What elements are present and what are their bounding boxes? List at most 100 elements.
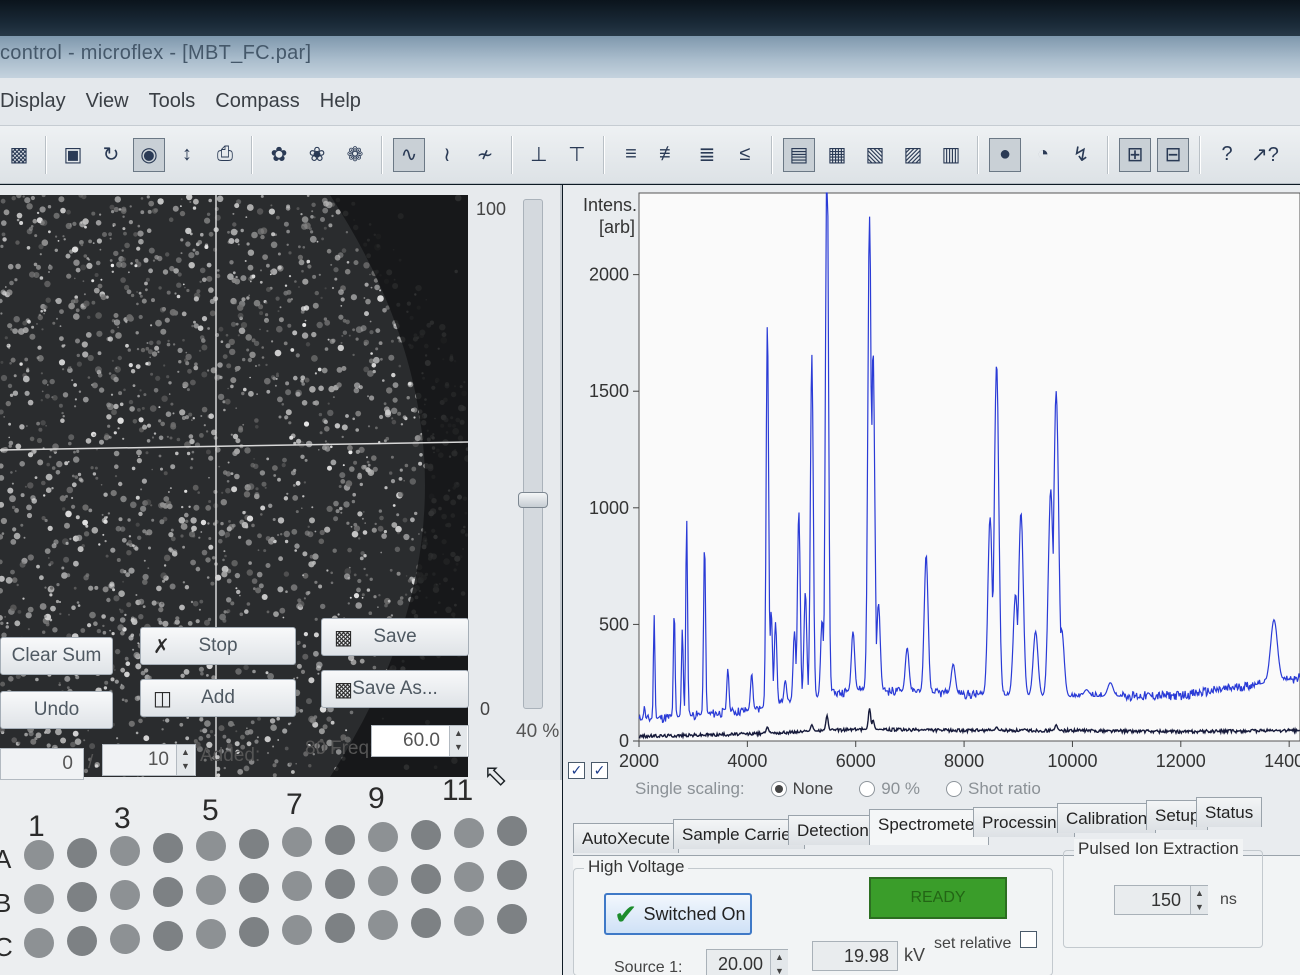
tab-status[interactable]: Status — [1196, 797, 1263, 827]
radio-none[interactable] — [770, 781, 787, 797]
multi-spectrum-4[interactable]: ≤ — [729, 138, 761, 172]
plate-well[interactable] — [282, 826, 312, 857]
layout-5[interactable]: ▥ — [935, 138, 967, 172]
plate-well[interactable] — [368, 822, 398, 853]
tab-sample-carrier[interactable]: Sample Carrier — [673, 819, 806, 849]
plate-well[interactable] — [196, 875, 226, 906]
plate-well[interactable] — [239, 873, 269, 903]
plate-well[interactable] — [24, 840, 54, 870]
context-help-icon[interactable]: ↗? — [1249, 138, 1281, 172]
spectrum-checkbox-1[interactable]: ✓ — [568, 762, 585, 779]
plate-well[interactable] — [239, 829, 269, 859]
refresh-icon[interactable]: ↻ — [95, 138, 127, 172]
plate-well[interactable] — [153, 833, 183, 864]
axis-icon-1[interactable]: ⊥ — [523, 138, 555, 172]
pie-spinner[interactable]: ▲ ▼ — [1190, 886, 1208, 914]
plate-well[interactable] — [454, 862, 484, 892]
scaling-option-90[interactable]: 90 % — [859, 779, 920, 799]
axis-icon-2[interactable]: ⊤ — [561, 138, 593, 172]
peak-view-2[interactable]: ≁ — [469, 138, 501, 172]
spot-icon-1[interactable]: ✿ — [263, 138, 295, 172]
plate-well[interactable] — [282, 914, 312, 945]
plate-well[interactable] — [325, 824, 355, 855]
help-icon[interactable]: ? — [1211, 138, 1243, 172]
source-1-spinner[interactable]: ▲ ▼ — [770, 950, 788, 975]
spectrum-chart[interactable]: Intens. [arb] 0 500 1000 1500 2000 2000 4000 6000… — [563, 185, 1300, 785]
multi-spectrum-1[interactable]: ≡ — [615, 138, 647, 172]
plate-well[interactable] — [454, 906, 484, 936]
menu-compass[interactable]: Compass — [215, 90, 299, 113]
plate-well[interactable] — [196, 919, 226, 950]
set-relative-checkbox[interactable] — [1020, 931, 1037, 948]
laser-power-slider[interactable] — [523, 199, 543, 709]
multi-spectrum-3[interactable]: ≣ — [691, 138, 723, 172]
save-icon[interactable]: ▩ — [3, 138, 35, 172]
spot-icon-3[interactable]: ❁ — [339, 138, 371, 172]
freq-spinner[interactable]: ▲ ▼ — [449, 726, 467, 756]
zoom-out-box-icon[interactable]: ⊟ — [1157, 137, 1189, 172]
laser-icon[interactable]: ↕ — [171, 138, 203, 172]
plate-well[interactable] — [411, 864, 441, 895]
plate-well[interactable] — [153, 921, 183, 952]
user-icon[interactable]: ● — [989, 137, 1021, 172]
zoom-in-box-icon[interactable]: ⊞ — [1119, 137, 1151, 172]
layout-2[interactable]: ▦ — [821, 138, 853, 172]
save-button[interactable]: ▩ Save — [321, 618, 469, 656]
add-button[interactable]: ◫ Add — [140, 679, 296, 717]
plate-well[interactable] — [368, 866, 398, 897]
plate-well[interactable] — [110, 879, 140, 910]
menu-help[interactable]: Help — [320, 90, 361, 113]
target-plate[interactable]: 1 3 5 7 9 11 A B C — [0, 774, 562, 975]
plate-well[interactable] — [411, 908, 441, 939]
stop-button[interactable]: ✗ Stop — [140, 627, 296, 665]
laser-power-slider-thumb[interactable] — [518, 492, 548, 508]
multi-spectrum-2[interactable]: ≢ — [653, 138, 685, 172]
plate-well[interactable] — [368, 910, 398, 941]
plate-well[interactable] — [67, 881, 97, 912]
camera-icon[interactable]: ◉ — [133, 137, 165, 172]
spot-icon-2[interactable]: ❀ — [301, 138, 333, 172]
scaling-option-none[interactable]: None — [770, 779, 833, 799]
plate-well[interactable] — [497, 903, 527, 934]
save-all-icon[interactable]: ▣ — [57, 138, 89, 172]
plate-well[interactable] — [497, 815, 527, 846]
tab-detection[interactable]: Detection — [788, 815, 878, 845]
plate-well[interactable] — [67, 837, 97, 868]
plate-well[interactable] — [24, 928, 54, 958]
plate-well[interactable] — [282, 870, 312, 901]
spectrum-view-icon[interactable]: ∿ — [393, 137, 425, 172]
switched-on-button[interactable]: ✔ Switched On — [604, 893, 752, 935]
tab-calibration[interactable]: Calibration — [1057, 803, 1157, 833]
plate-well[interactable] — [110, 923, 140, 954]
plate-well[interactable] — [153, 877, 183, 908]
plate-well[interactable] — [454, 818, 484, 848]
radio-90[interactable] — [859, 781, 876, 797]
save-as-button[interactable]: ▩ Save As... — [321, 670, 469, 708]
layout-1[interactable]: ▤ — [783, 137, 815, 172]
scaling-option-shot-ratio[interactable]: Shot ratio — [946, 779, 1041, 799]
plate-well[interactable] — [67, 925, 97, 956]
clock-icon[interactable]: ◔ — [1027, 138, 1059, 172]
clear-sum-button[interactable]: Clear Sum — [0, 637, 113, 675]
plate-well[interactable] — [24, 884, 54, 914]
spectrum-checkbox-2[interactable]: ✓ — [591, 762, 608, 779]
plate-well[interactable] — [110, 835, 140, 866]
plate-well[interactable] — [411, 820, 441, 851]
menu-view[interactable]: View — [86, 90, 129, 113]
plate-well[interactable] — [239, 917, 269, 947]
tab-autoxecute[interactable]: AutoXecute — [573, 823, 679, 853]
menu-display[interactable]: Display — [0, 90, 66, 113]
shots-spinner[interactable]: ▲ ▼ — [176, 745, 194, 775]
peak-view-1[interactable]: ≀ — [431, 138, 463, 172]
plate-well[interactable] — [325, 868, 355, 899]
menu-tools[interactable]: Tools — [149, 90, 196, 113]
shots-current-field[interactable]: 0 — [0, 748, 84, 780]
lightning-icon[interactable]: ↯ — [1065, 138, 1097, 172]
layout-3[interactable]: ▧ — [859, 138, 891, 172]
radio-shot-ratio[interactable] — [946, 781, 963, 797]
plate-well[interactable] — [196, 831, 226, 862]
layout-4[interactable]: ▨ — [897, 138, 929, 172]
tab-spectrometer[interactable]: Spectrometer — [869, 809, 990, 845]
plate-well[interactable] — [325, 912, 355, 943]
print-icon[interactable]: ⎙ — [209, 138, 241, 172]
